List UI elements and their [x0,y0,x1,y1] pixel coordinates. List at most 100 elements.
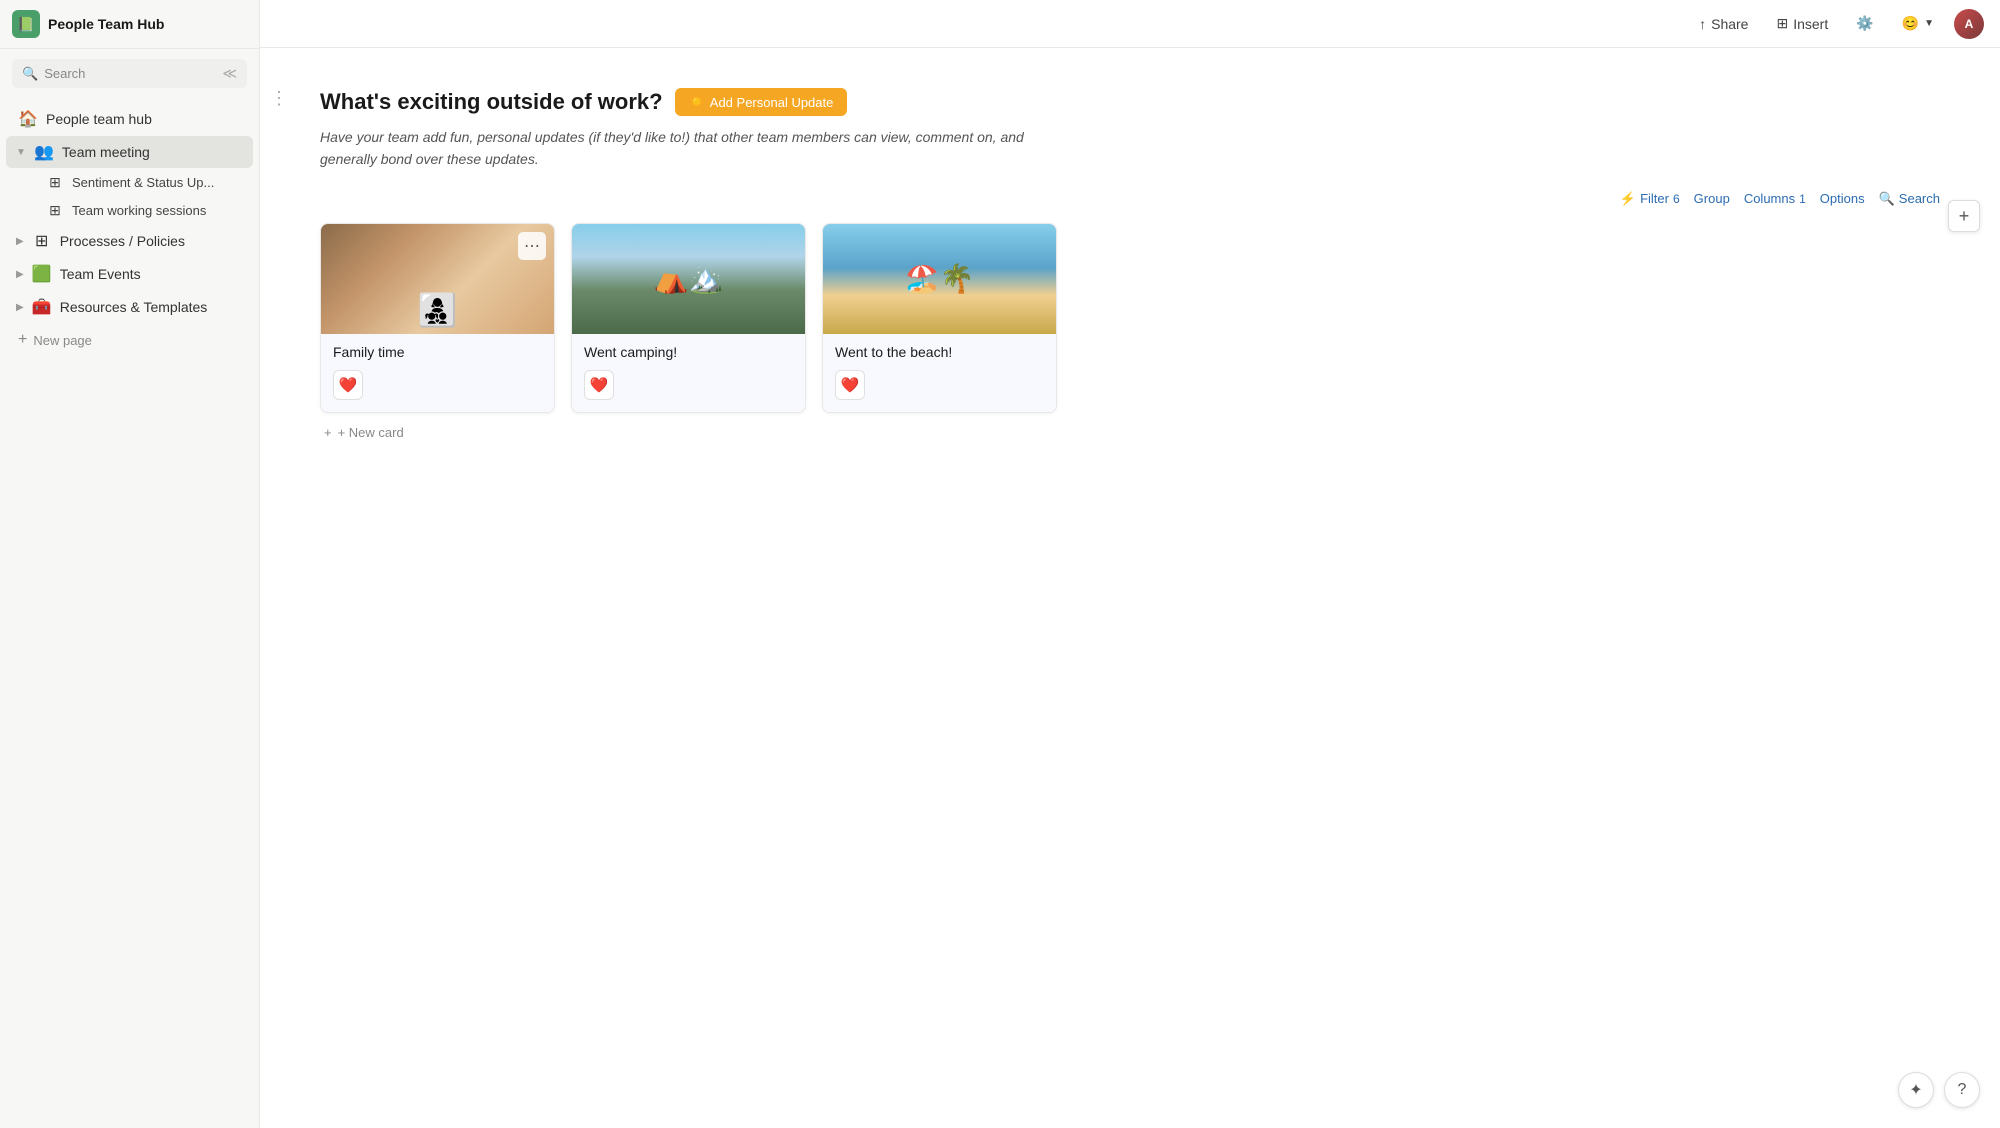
bottom-right-buttons: ✦ ? [1898,1072,1980,1108]
settings-button[interactable]: ⚙️ [1848,10,1881,37]
heart-button-camping[interactable]: ❤️ [584,370,614,400]
section-title-text: What's exciting outside of work? [320,89,663,115]
plus-icon: + [324,425,332,440]
card-body-camping: Went camping! ❤️ [572,334,805,412]
gear-icon: ⚙️ [1856,15,1873,32]
grid-icon: ⊞ [46,202,64,219]
content-area: ⋮ What's exciting outside of work? ☀️ Ad… [260,48,2000,1128]
plus-icon: + [18,331,27,349]
card-menu-button[interactable]: ⋯ [518,232,546,260]
sidebar-item-label: Processes / Policies [60,233,185,249]
chevron-right-icon: ▶ [16,269,24,280]
new-card-label: + New card [338,425,404,440]
sidebar-item-label: Resources & Templates [60,299,208,315]
events-icon: 🟩 [32,264,52,284]
sidebar-item-people-team-hub[interactable]: 🏠 People team hub [6,103,253,135]
columns-button[interactable]: Columns 1 [1744,191,1806,206]
card-actions-family: ❤️ [333,370,542,400]
search-icon: 🔍 [22,66,38,82]
topbar: ↑ Share ⊞ Insert ⚙️ 😊 ▼ A [260,0,2000,48]
options-button[interactable]: Options [1820,191,1865,206]
grid-icon: ⊞ [32,231,52,251]
card-body-beach: Went to the beach! ❤️ [823,334,1056,412]
sun-icon: ☀️ [689,94,705,110]
card-title-beach: Went to the beach! [835,344,1044,360]
search-label: Search [1899,191,1940,206]
heart-icon: ❤️ [841,376,860,394]
sidebar-title: People Team Hub [48,16,164,32]
card-actions-beach: ❤️ [835,370,1044,400]
insert-button[interactable]: ⊞ Insert [1768,10,1836,37]
card-actions-camping: ❤️ [584,370,793,400]
sidebar-item-label: Sentiment & Status Up... [72,175,214,190]
heart-button-family[interactable]: ❤️ [333,370,363,400]
chevron-down-icon: ▼ [1924,18,1934,29]
float-add-button[interactable]: + [1948,200,1980,232]
sidebar-header: 📗 People Team Hub [0,0,259,49]
sidebar-item-processes-policies[interactable]: ▶ ⊞ Processes / Policies [6,225,253,257]
columns-label: Columns [1744,191,1795,206]
sidebar-item-label: Team meeting [62,144,150,160]
new-page-button[interactable]: + New page [6,325,253,355]
cards-toolbar: ⚡ Filter 6 Group Columns 1 Options 🔍 Sea… [320,191,1940,207]
insert-label: Insert [1793,16,1828,32]
search-button[interactable]: 🔍 Search [1879,191,1940,207]
sidebar-item-label: Team working sessions [72,203,206,218]
sparkle-button[interactable]: ✦ [1898,1072,1934,1108]
share-button[interactable]: ↑ Share [1691,11,1756,37]
columns-count: 1 [1799,192,1806,206]
card-image-beach: 🏖️🌴 [823,224,1056,334]
sidebar-item-label: People team hub [46,111,152,127]
card-family-time[interactable]: 👩‍👧‍👦 ⋯ Family time ❤️ [320,223,555,413]
insert-icon: ⊞ [1776,15,1788,32]
filter-icon: ⚡ [1620,191,1636,207]
emoji-icon: 😊 [1902,15,1919,32]
sidebar-item-team-events[interactable]: ▶ 🟩 Team Events [6,258,253,290]
filter-count: 6 [1673,192,1680,206]
app-logo: 📗 [12,10,40,38]
emoji-button[interactable]: 😊 ▼ [1894,10,1942,37]
sidebar-item-label: Team Events [60,266,141,282]
options-label: Options [1820,191,1865,206]
team-icon: 👥 [34,142,54,162]
card-body-family: Family time ❤️ [321,334,554,412]
search-placeholder: Search [44,66,85,81]
three-dots-menu[interactable]: ⋮ [270,88,288,109]
section-description: Have your team add fun, personal updates… [320,126,1040,171]
card-title-camping: Went camping! [584,344,793,360]
avatar[interactable]: A [1954,9,1984,39]
chevron-right-icon: ▶ [16,302,24,313]
section-title-area: What's exciting outside of work? ☀️ Add … [320,88,1940,116]
add-personal-update-label: Add Personal Update [710,95,834,110]
new-page-label: New page [33,333,92,348]
cards-container: 👩‍👧‍👦 ⋯ Family time ❤️ ⛺🏔️ [320,223,1940,413]
add-personal-update-button[interactable]: ☀️ Add Personal Update [675,88,848,116]
group-label: Group [1694,191,1730,206]
card-went-beach[interactable]: 🏖️🌴 Went to the beach! ❤️ [822,223,1057,413]
card-image-camping: ⛺🏔️ [572,224,805,334]
filter-button[interactable]: ⚡ Filter 6 [1620,191,1680,207]
sidebar-item-sentiment-status[interactable]: ⊞ Sentiment & Status Up... [6,169,253,196]
group-button[interactable]: Group [1694,191,1730,206]
share-icon: ↑ [1699,16,1706,32]
collapse-sidebar-button[interactable]: ≪ [222,65,237,82]
heart-button-beach[interactable]: ❤️ [835,370,865,400]
search-icon: 🔍 [1879,191,1895,207]
chevron-right-icon: ▶ [16,236,24,247]
sidebar: 📗 People Team Hub 🔍 Search ≪ 🏠 People te… [0,0,260,1128]
heart-icon: ❤️ [590,376,609,394]
sidebar-item-team-working-sessions[interactable]: ⊞ Team working sessions [6,197,253,224]
sidebar-item-resources-templates[interactable]: ▶ 🧰 Resources & Templates [6,291,253,323]
chevron-down-icon: ▼ [16,147,26,158]
help-button[interactable]: ? [1944,1072,1980,1108]
main-area: ↑ Share ⊞ Insert ⚙️ 😊 ▼ A ⋮ What's excit… [260,0,2000,1128]
filter-label: Filter [1640,191,1669,206]
toolbox-icon: 🧰 [32,297,52,317]
share-label: Share [1711,16,1748,32]
card-title-family: Family time [333,344,542,360]
sidebar-item-team-meeting[interactable]: ▼ 👥 Team meeting [6,136,253,168]
card-went-camping[interactable]: ⛺🏔️ Went camping! ❤️ [571,223,806,413]
heart-icon: ❤️ [339,376,358,394]
search-bar[interactable]: 🔍 Search ≪ [12,59,247,88]
new-card-button[interactable]: + + New card [320,417,1940,448]
